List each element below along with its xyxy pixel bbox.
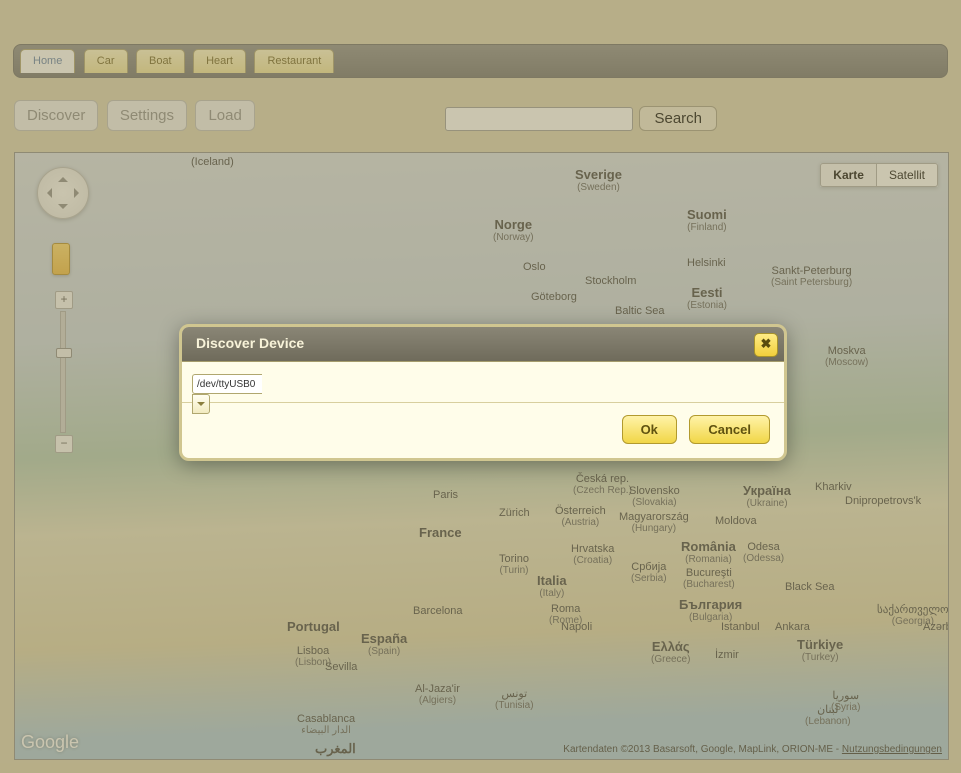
chevron-down-icon[interactable] — [192, 394, 210, 414]
device-combo — [192, 374, 284, 394]
discover-dialog: Discover Device ✖ Ok Cancel — [179, 324, 787, 461]
close-icon[interactable]: ✖ — [754, 333, 778, 357]
device-select-input[interactable] — [192, 374, 262, 394]
dialog-titlebar[interactable]: Discover Device ✖ — [182, 327, 784, 362]
cancel-button[interactable]: Cancel — [689, 415, 770, 444]
dialog-body — [182, 362, 784, 403]
dialog-footer: Ok Cancel — [182, 403, 784, 458]
ok-button[interactable]: Ok — [622, 415, 677, 444]
dialog-title: Discover Device — [196, 335, 304, 351]
